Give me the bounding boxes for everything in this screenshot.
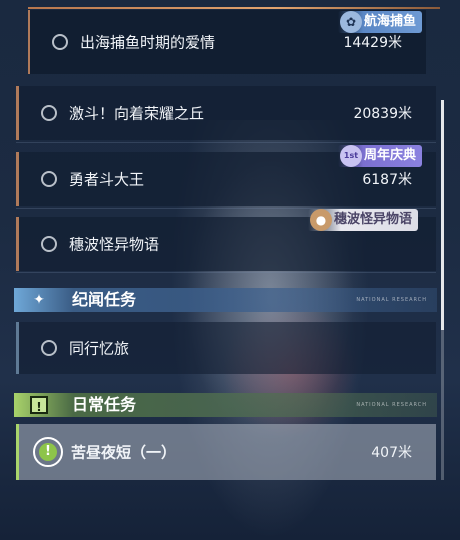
section-decoration-text: NATIONAL RESEARCH xyxy=(356,297,427,303)
quest-name: 苦昼夜短（一） xyxy=(71,443,177,462)
quest-row-glory-hill[interactable]: 激斗！向着荣耀之丘 20839米 xyxy=(16,86,436,140)
quest-distance: 407米 xyxy=(371,445,412,461)
event-tag-fishing: ✿ 航海捕鱼 xyxy=(338,11,423,33)
quest-name: 勇者斗大王 xyxy=(69,170,145,189)
event-tag-label: 航海捕鱼 xyxy=(364,14,417,29)
section-header-daily: ! 日常任务 NATIONAL RESEARCH xyxy=(14,393,437,417)
event-tag-anniversary: 1st 周年庆典 xyxy=(338,145,423,167)
quest-status-circle-icon xyxy=(41,171,57,187)
exclamation-box-icon: ! xyxy=(30,396,48,414)
exclamation-icon: ! xyxy=(39,443,57,461)
quest-status-circle-icon xyxy=(41,340,57,356)
event-tag-suiho: ● 穗波怪异物语 xyxy=(308,209,419,231)
quest-distance: 14429米 xyxy=(343,35,402,51)
quest-status-circle-icon xyxy=(52,34,68,50)
quest-name: 出海捕鱼时期的爱情 xyxy=(80,33,216,52)
section-decoration-text: NATIONAL RESEARCH xyxy=(356,402,427,408)
mascot-icon: ● xyxy=(310,209,332,231)
quest-distance: 20839米 xyxy=(353,106,412,122)
quest-row-daily-selected[interactable]: ! 苦昼夜短（一） 407米 xyxy=(16,424,436,480)
quest-status-circle-icon xyxy=(41,105,57,121)
quest-status-circle-icon xyxy=(41,236,57,252)
quest-name: 同行忆旅 xyxy=(69,339,130,358)
fishing-icon: ✿ xyxy=(340,11,362,33)
top-accent-line xyxy=(28,7,440,9)
quest-tracking-icon: ! xyxy=(33,437,63,467)
section-title: 日常任务 xyxy=(72,395,137,414)
quest-row-travel-memory[interactable]: 同行忆旅 xyxy=(16,322,436,374)
scrollbar-thumb[interactable] xyxy=(441,100,444,330)
event-tag-label: 周年庆典 xyxy=(364,148,417,163)
quest-name: 激斗！向着荣耀之丘 xyxy=(69,104,205,123)
section-header-story: ✦ 纪闻任务 NATIONAL RESEARCH xyxy=(14,288,437,312)
row-divider xyxy=(16,272,436,273)
quest-distance: 6187米 xyxy=(362,172,412,188)
sparkle-icon: ✦ xyxy=(33,292,45,308)
row-divider xyxy=(16,142,436,143)
anniversary-badge-icon: 1st xyxy=(340,145,362,167)
section-title: 纪闻任务 xyxy=(72,290,137,309)
quest-name: 穗波怪异物语 xyxy=(69,235,160,254)
event-tag-label: 穗波怪异物语 xyxy=(334,212,413,227)
